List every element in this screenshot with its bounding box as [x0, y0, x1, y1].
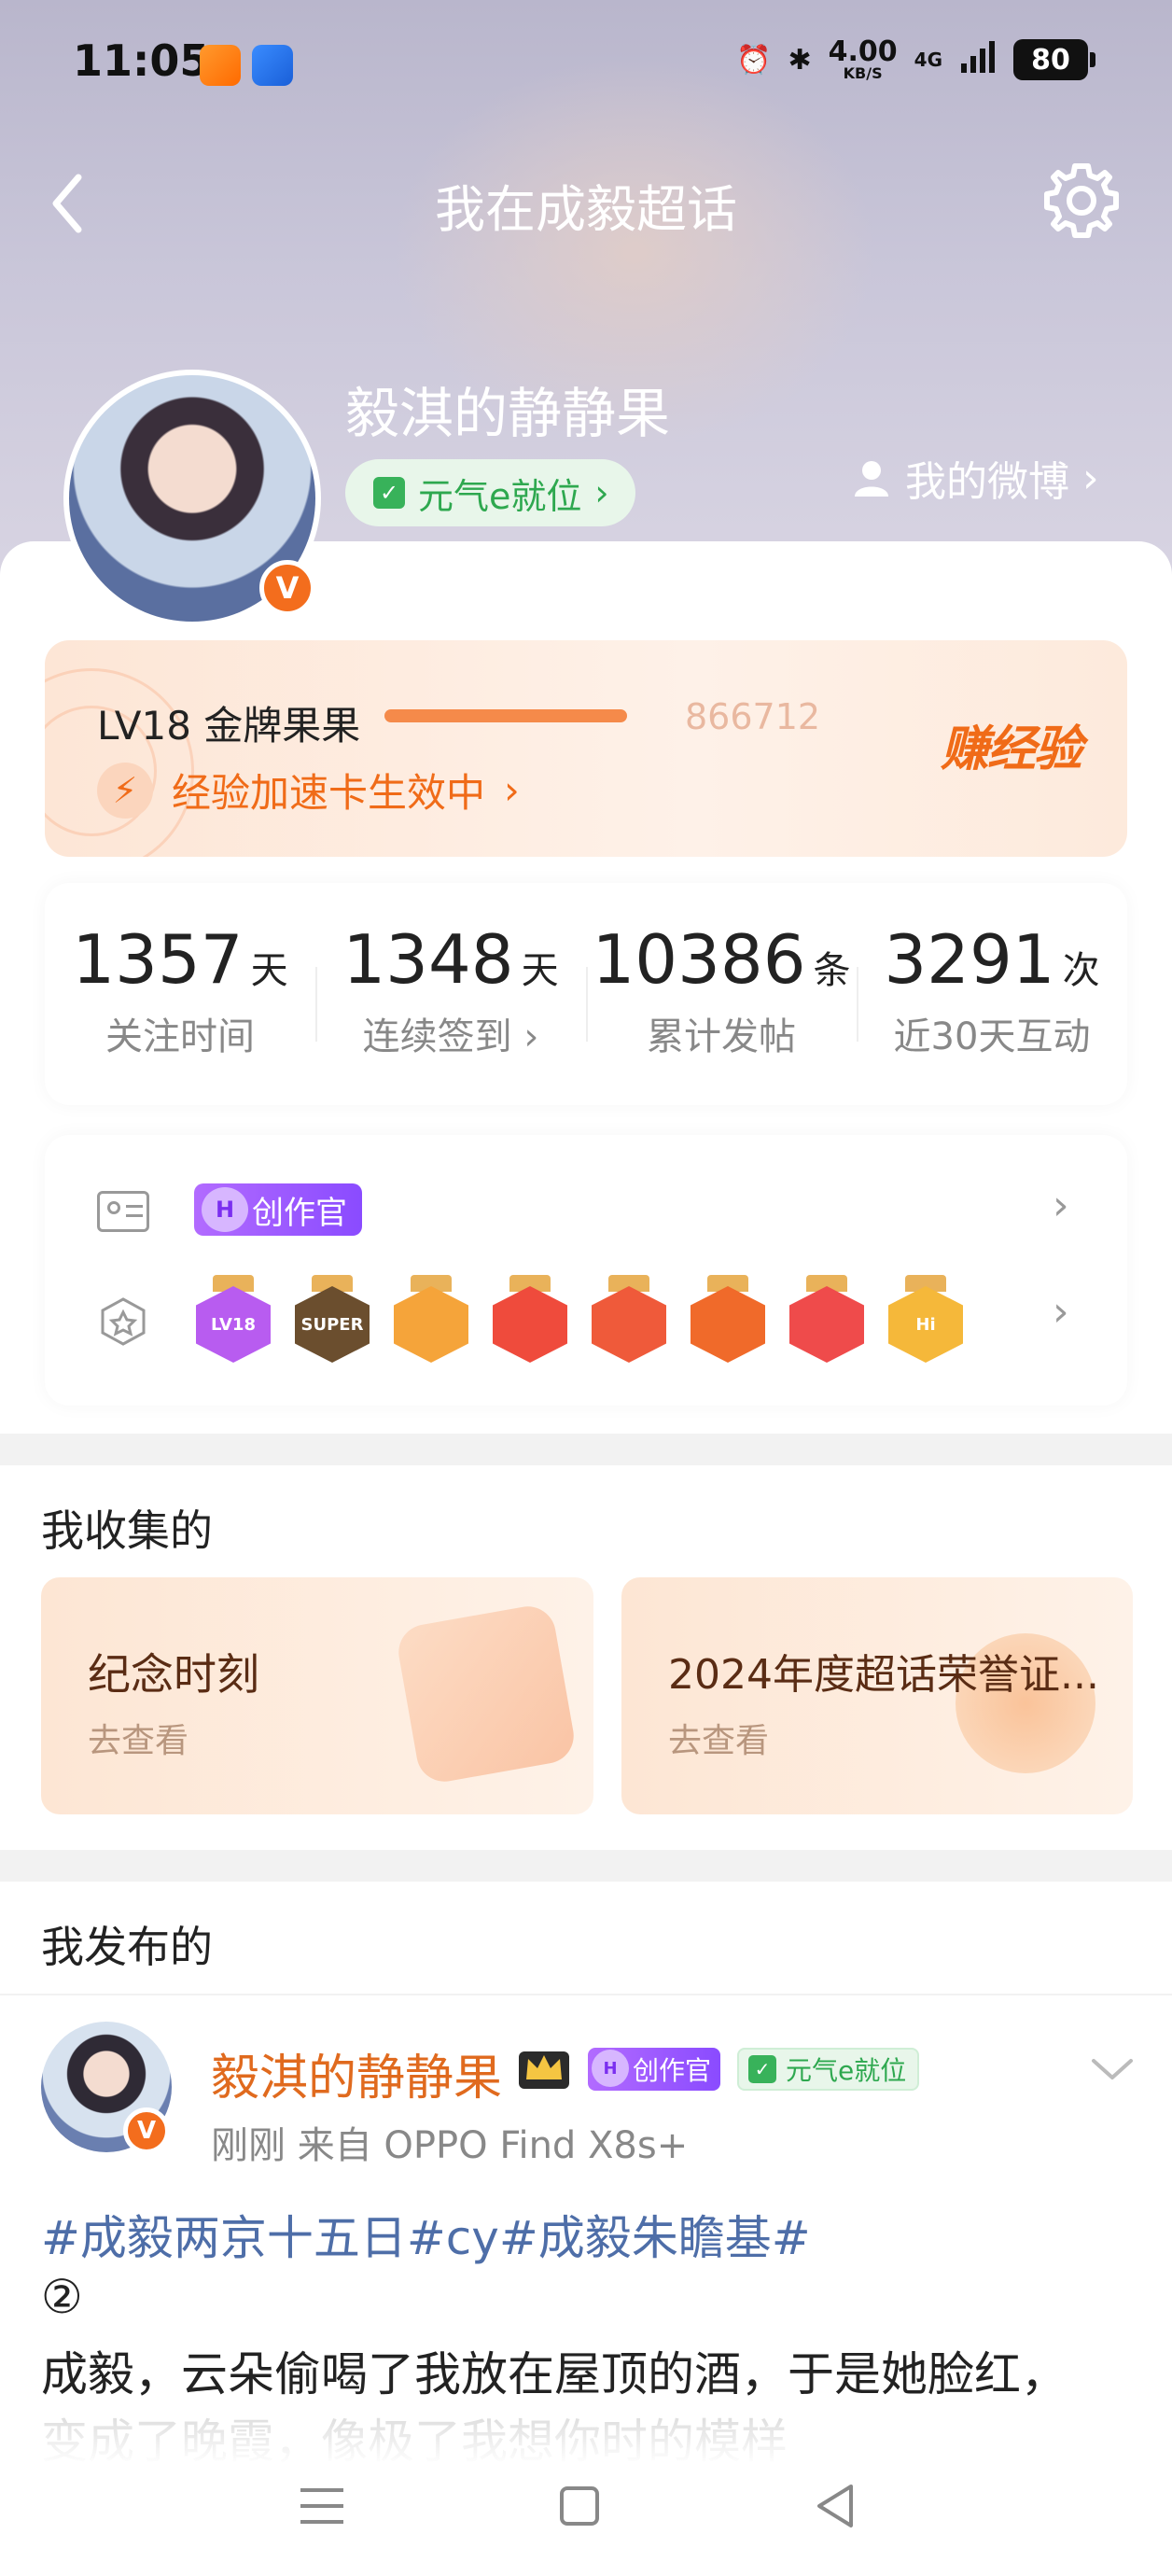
- post-text-line: ②: [41, 2270, 83, 2324]
- bluetooth-icon: ✱: [788, 43, 812, 77]
- signal-type: 4G: [914, 49, 942, 71]
- signal-icon: [959, 37, 997, 82]
- collect-card-honor[interactable]: 2024年度超话荣誉证... 去查看: [621, 1577, 1133, 1814]
- section-divider: [0, 1850, 1172, 1882]
- creator-logo-icon: H: [592, 2050, 629, 2087]
- status-tag[interactable]: ✓ 元气e就位 ›: [345, 459, 635, 526]
- medal-icon: [101, 1297, 146, 1346]
- net-speed: 4.00 KB/S: [828, 35, 898, 82]
- medal-badge[interactable]: [491, 1275, 569, 1365]
- post-text-line: 成毅，云朵偷喝了我放在屋顶的酒，于是她脸红，: [41, 2347, 1067, 2401]
- app-notification-icon: [200, 45, 241, 86]
- battery-indicator: 80: [1013, 39, 1095, 80]
- check-icon: ✓: [373, 477, 405, 509]
- chevron-right-icon[interactable]: ›: [1053, 1182, 1069, 1229]
- medal-badge[interactable]: SUPER: [293, 1275, 371, 1365]
- profile-username: 毅淇的静静果: [345, 382, 671, 445]
- post-author-name[interactable]: 毅淇的静静果: [211, 2038, 502, 2108]
- check-icon: ✓: [748, 2055, 776, 2083]
- home-icon[interactable]: [547, 2473, 612, 2539]
- post-status-tag: ✓ 元气e就位: [737, 2048, 920, 2091]
- stat-posts: 10386 条 累计发帖: [592, 920, 851, 1058]
- medal-badge[interactable]: [590, 1275, 668, 1365]
- status-time: 11:05: [73, 35, 210, 86]
- medal-badge[interactable]: [392, 1275, 470, 1365]
- level-progress-bar: [384, 709, 627, 722]
- badge-card: H 创作官 › LV18 SUPER Hi ›: [45, 1135, 1127, 1406]
- menu-icon[interactable]: [289, 2473, 355, 2539]
- back-triangle-icon[interactable]: [804, 2473, 870, 2539]
- my-weibo-link[interactable]: 我的微博 ›: [851, 448, 1099, 508]
- earn-exp-button[interactable]: 赚经验: [941, 709, 1082, 779]
- post-meta: 刚刚 来自 OPPO Find X8s+: [211, 2124, 689, 2167]
- news-notification-icon: [252, 45, 293, 86]
- lightning-icon: ⚡: [97, 762, 153, 819]
- alarm-icon: ⏰: [736, 43, 772, 77]
- stats-card: 1357 天 关注时间 1348 天 连续签到 › 10386 条 累计发帖 3291…: [45, 883, 1127, 1105]
- chevron-down-icon[interactable]: [1084, 2042, 1140, 2098]
- level-title: LV18 金牌果果: [97, 703, 361, 749]
- creator-badge[interactable]: H 创作官: [194, 1183, 362, 1236]
- boost-status[interactable]: ⚡ 经验加速卡生效中 ›: [97, 762, 520, 819]
- settings-button[interactable]: [1039, 159, 1123, 243]
- level-exp: 866712: [685, 696, 821, 737]
- verified-badge: V: [259, 560, 315, 616]
- verified-badge: V: [123, 2107, 170, 2154]
- published-title: 我发布的: [41, 1922, 213, 1972]
- medal-badge[interactable]: [788, 1275, 866, 1365]
- chevron-right-icon[interactable]: ›: [1053, 1288, 1069, 1336]
- stat-checkin-days[interactable]: 1348 天 连续签到 ›: [315, 920, 586, 1060]
- gear-icon: [1044, 163, 1119, 238]
- page-title: 我在成毅超话: [435, 180, 737, 239]
- medal-badge[interactable]: Hi: [886, 1275, 965, 1365]
- person-icon: [855, 461, 888, 497]
- level-card[interactable]: LV18 金牌果果 866712 ⚡ 经验加速卡生效中 › 赚经验: [45, 640, 1127, 857]
- medal-badge[interactable]: LV18: [194, 1275, 272, 1365]
- section-divider: [0, 1434, 1172, 1465]
- collected-title: 我收集的: [41, 1505, 213, 1556]
- calendar-illustration: [394, 1602, 579, 1786]
- crown-icon: [519, 2051, 569, 2089]
- id-card-icon: [97, 1191, 149, 1232]
- status-icons: ⏰ ✱ 4.00 KB/S 4G 80: [736, 35, 1095, 82]
- medal-badge[interactable]: [689, 1275, 767, 1365]
- collect-card-moments[interactable]: 纪念时刻 去查看: [41, 1577, 593, 1814]
- post-creator-badge: H 创作官: [588, 2048, 721, 2091]
- divider: [0, 1994, 1172, 1995]
- stat-interactions: 3291 次 近30天互动: [884, 920, 1100, 1058]
- post-topics[interactable]: #成毅两京十五日#cy#成毅朱瞻基#: [41, 2201, 811, 2268]
- creator-logo-icon: H: [202, 1187, 248, 1232]
- stat-follow-days: 1357 天 关注时间: [72, 920, 288, 1058]
- chevron-right-icon: ›: [1082, 454, 1099, 502]
